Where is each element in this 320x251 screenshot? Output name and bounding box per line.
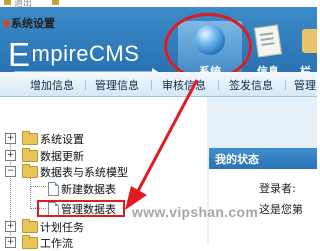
browser-strip: 退出: [0, 0, 317, 9]
submenu-add-info[interactable]: 增加信息: [30, 77, 74, 93]
submenu-sign-info[interactable]: 签发信息: [229, 77, 273, 93]
tree-connector: [30, 186, 46, 187]
collapse-toggle-icon[interactable]: −: [5, 166, 16, 177]
folder-icon: [22, 219, 38, 233]
submenu-review-info[interactable]: 审核信息: [162, 77, 206, 93]
empirecms-logo: EmpireCMS: [8, 36, 140, 73]
submenu-manage-info[interactable]: 管理信息: [95, 77, 139, 93]
tree-item-label: 工作流: [40, 237, 73, 250]
tree-item-label: 数据更新: [40, 150, 84, 163]
expand-toggle-icon[interactable]: +: [5, 133, 16, 144]
divider: [285, 80, 286, 90]
bookmark-icon: [52, 0, 59, 5]
divider: [151, 80, 152, 90]
tree-item-label: 计划任务: [40, 221, 84, 234]
tree-title: 系统设置: [3, 15, 55, 31]
system-highlight-circle: [164, 13, 252, 80]
expand-toggle-icon[interactable]: +: [5, 150, 16, 161]
manage-table-highlight-box: [37, 200, 125, 217]
folder-icon: [22, 148, 38, 162]
page-icon: [48, 182, 59, 196]
home-icon: [4, 0, 11, 5]
folder-open-icon: [22, 164, 38, 178]
column-icon: [302, 29, 317, 53]
login-user-label: 登录者:: [259, 182, 296, 195]
folder-icon: [22, 131, 38, 145]
folder-icon: [22, 235, 38, 249]
settings-icon: [3, 20, 10, 27]
divider: [218, 80, 219, 90]
sub-menu-bar: 增加信息 管理信息 审核信息 签发信息 管理: [0, 72, 317, 97]
submenu-manage[interactable]: 管理: [294, 77, 316, 93]
tree-item-label: 新建数据表: [61, 183, 116, 196]
my-status-header: 我的状态: [209, 148, 317, 169]
login-count-text: 这是您第: [259, 203, 303, 216]
tree-item-label: 系统设置: [40, 133, 84, 146]
expand-toggle-icon[interactable]: +: [5, 221, 16, 232]
tree-item-label: 数据表与系统模型: [40, 166, 128, 179]
divider: [85, 80, 86, 90]
watermark: www.vipshan.com: [132, 204, 259, 220]
my-status-title: 我的状态: [215, 153, 259, 166]
tree-connector: [30, 177, 31, 209]
document-icon: [254, 24, 282, 58]
expand-toggle-icon[interactable]: +: [5, 237, 16, 248]
